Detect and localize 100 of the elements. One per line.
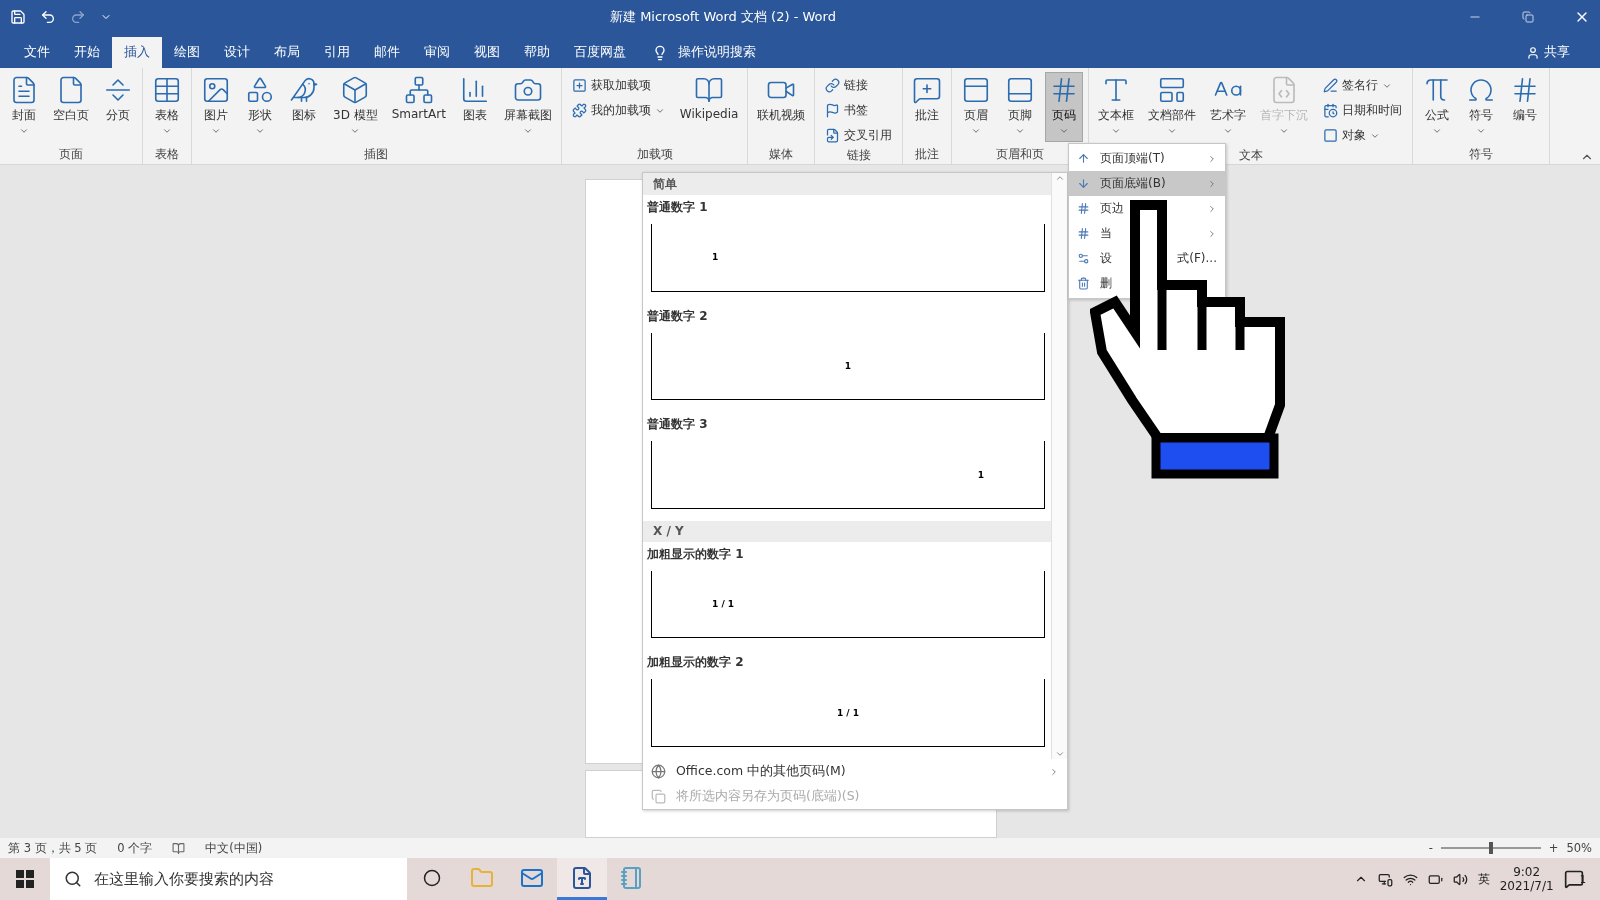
gallery-preview[interactable]: 1 [651,332,1045,401]
chevron-icon [1015,126,1026,136]
person-icon [1526,45,1540,60]
ribbon-button[interactable]: 艺术字 [1206,72,1251,142]
ribbon-tab[interactable]: 布局 [262,37,312,68]
ribbon-tab[interactable]: 视图 [462,37,512,68]
ribbon-button[interactable]: 形状 [241,72,279,142]
undo-icon[interactable] [40,9,56,25]
zoom-out-button[interactable]: - [1428,841,1433,855]
device-icon[interactable] [1377,871,1393,887]
page-top-icon [1077,152,1090,165]
zoom-level[interactable]: 50% [1566,841,1592,855]
ribbon-button[interactable]: 我的加载项 [566,99,670,122]
notification-icon[interactable] [1563,869,1584,889]
ribbon-tab[interactable]: 百度网盘 [562,37,638,68]
table-icon [152,75,182,105]
wifi-icon[interactable] [1402,871,1418,887]
gallery-menu-item[interactable]: Office.com 中的其他页码(M) [643,759,1067,784]
group-label: 符号 [1469,146,1494,163]
ribbon-button[interactable]: 分页 [99,72,137,142]
language[interactable]: 中文(中国) [205,840,263,856]
ribbon-tab[interactable]: 绘图 [162,37,212,68]
ribbon-tab[interactable]: 引用 [312,37,362,68]
ribbon-button[interactable]: 文档部件 [1144,72,1201,142]
globe-icon [651,764,666,779]
volume-icon[interactable] [1452,871,1468,887]
share-button[interactable]: 共享 [1526,37,1570,68]
chevron-icon [211,126,221,136]
ribbon-button[interactable]: 签名行 [1318,74,1408,97]
menu-item[interactable]: 页边 [1069,196,1225,221]
menu-item[interactable]: 页面顶端(T) [1069,146,1225,171]
preview-number: 1 [844,361,852,372]
ribbon-button[interactable]: 交叉引用 [820,124,898,147]
ribbon-button[interactable]: 批注 [908,72,947,142]
format-icon [1077,252,1090,265]
delete-icon [1077,277,1090,290]
ribbon-button[interactable]: 获取加载项 [566,74,670,97]
redo-icon[interactable] [70,9,86,25]
preview-number: 1 / 1 [836,707,860,718]
chevron-icon [1111,126,1122,136]
ribbon-tab[interactable]: 邮件 [362,37,412,68]
gallery-preview[interactable]: 1 / 1 [651,679,1045,747]
image-icon [201,75,231,105]
menu-item[interactable]: 页面底端(B) [1069,171,1225,196]
taskbar-search-field[interactable]: 在这里输入你要搜索的内容 [50,858,407,900]
word-count[interactable]: 0 个字 [117,840,153,856]
ribbon-button[interactable]: 对象 [1318,124,1408,147]
ribbon-button[interactable]: SmartArt [387,72,450,142]
ribbon-button[interactable]: 链接 [820,74,898,97]
ribbon-button[interactable]: 文本框 [1094,72,1139,142]
ribbon-button[interactable]: 日期和时间 [1318,99,1408,122]
menu-item[interactable]: 设 式(F)... [1069,246,1225,271]
bird-icon [289,75,319,105]
page-count[interactable]: 第 3 页，共 5 页 [8,840,98,856]
ribbon-tab[interactable]: 插入 [112,37,162,68]
gallery-preview[interactable]: 1 [651,441,1045,510]
ribbon-button[interactable]: 页码 [1045,72,1084,142]
ribbon-button[interactable]: 屏幕截图 [499,72,556,142]
ribbon-tab[interactable]: 帮助 [512,37,562,68]
menu-item[interactable]: 当 [1069,221,1225,246]
ribbon-button[interactable]: 空白页 [49,72,93,142]
zoom-thumb[interactable] [1488,842,1493,854]
circle-icon[interactable] [423,868,441,887]
window-title: 新建 Microsoft Word 文档 (2) - Word [610,8,837,26]
ribbon-tab[interactable]: 设计 [212,37,262,68]
page-number-icon [1077,227,1090,240]
gallery-preview[interactable]: 1 / 1 [651,570,1045,639]
windows-logo-icon[interactable] [16,870,34,888]
taskbar-app[interactable] [557,858,607,900]
gallery-item-name: 普通数字 3 [646,416,709,434]
zoom-in-button[interactable]: + [1548,841,1559,855]
ribbon-tab[interactable]: 开始 [62,37,112,68]
ribbon-button[interactable]: 符号 [1462,72,1501,142]
input-method[interactable]: 英 [1477,870,1490,888]
tell-me-search[interactable]: 操作说明搜索 [652,37,756,68]
group-label: 页眉和页 [996,146,1045,163]
ribbon-button[interactable]: 书签 [820,99,898,122]
ribbon-button[interactable]: 图表 [455,72,494,142]
ribbon-button[interactable]: 图标 [285,72,323,142]
group-label: 批注 [915,146,940,163]
ribbon-button[interactable]: 表格 [148,72,186,142]
chevron-icon [19,126,29,136]
ribbon-button[interactable]: 页脚 [1001,72,1040,142]
proofing-icon[interactable] [172,841,186,855]
save-icon[interactable] [10,9,26,25]
ribbon-button[interactable]: 页眉 [957,72,996,142]
ribbon-button[interactable]: 封面 [5,72,43,142]
gallery-preview[interactable]: 1 [651,224,1045,292]
ribbon-tab[interactable]: 审阅 [412,37,462,68]
ribbon-button[interactable]: 图片 [197,72,235,142]
ribbon-button[interactable]: 联机视频 [753,72,810,142]
gallery-item-name: 加粗显示的数字 2 [646,654,745,672]
clock[interactable]: 9:02 2021/7/1 [1499,865,1554,893]
ribbon-button[interactable]: Wikipedia [675,72,743,142]
ribbon-button[interactable]: 编号 [1506,72,1545,142]
ribbon-tab[interactable]: 文件 [12,37,62,68]
ribbon-button[interactable]: 3D 模型 [329,72,382,142]
chevron-icon [1167,126,1178,136]
ribbon-button[interactable]: 公式 [1418,72,1457,142]
restore-icon[interactable] [1522,11,1534,23]
